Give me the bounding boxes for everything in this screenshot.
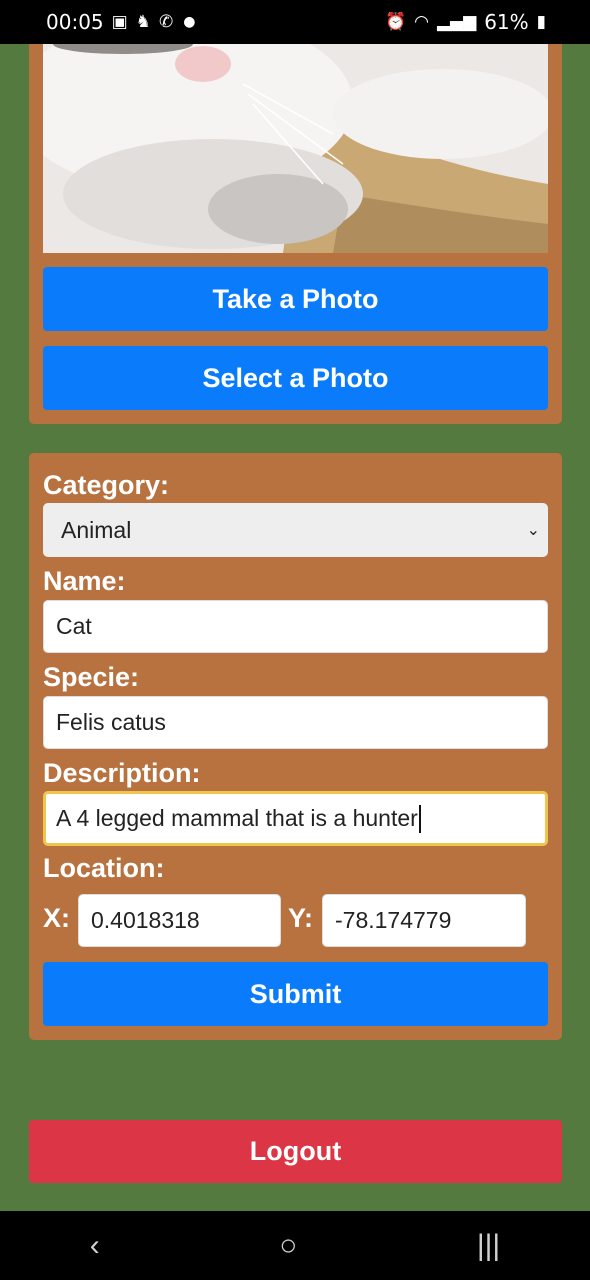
recents-icon[interactable]: ||| xyxy=(477,1229,500,1263)
submit-button[interactable]: Submit xyxy=(43,962,548,1026)
logout-button[interactable]: Logout xyxy=(29,1120,562,1183)
x-coordinate-input[interactable]: 0.4018318 xyxy=(78,894,281,947)
category-value: Animal xyxy=(61,516,132,543)
name-input[interactable]: Cat xyxy=(43,600,548,653)
status-bar: 00:05 ▣ ♞ ✆ ● ⏰ ◠ ▂▄▆ 61% ▮ xyxy=(0,0,590,44)
specie-input[interactable]: Felis catus xyxy=(43,696,548,749)
category-label: Category: xyxy=(43,470,170,500)
wifi-icon: ◠ xyxy=(414,11,429,32)
description-input[interactable]: A 4 legged mammal that is a hunter xyxy=(43,791,548,846)
form-panel: Category: Animal ⌄ Name: Cat Specie: Fel… xyxy=(29,453,562,1040)
y-coordinate-input[interactable]: -78.174779 xyxy=(322,894,526,947)
take-photo-button[interactable]: Take a Photo xyxy=(43,267,548,331)
text-cursor xyxy=(418,804,421,833)
name-value: Cat xyxy=(56,613,92,639)
battery-icon: ▮ xyxy=(536,11,546,32)
description-value: A 4 legged mammal that is a hunter xyxy=(56,805,418,831)
status-time: 00:05 xyxy=(46,10,104,34)
chevron-down-icon: ⌄ xyxy=(526,522,540,539)
whatsapp-icon: ✆ xyxy=(158,11,174,32)
description-label: Description: xyxy=(43,758,201,788)
home-icon[interactable]: ○ xyxy=(279,1229,297,1263)
location-label: Location: xyxy=(43,853,165,883)
signal-icon: ▂▄▆ xyxy=(436,11,477,32)
accessibility-icon: ♞ xyxy=(135,11,151,32)
photo-panel: Take a Photo Select a Photo xyxy=(29,44,562,424)
animal-photo xyxy=(43,44,548,253)
navigation-bar: ‹ ○ ||| xyxy=(0,1211,590,1280)
name-label: Name: xyxy=(43,566,126,596)
status-left: 00:05 ▣ ♞ ✆ ● xyxy=(46,10,195,34)
y-label: Y: xyxy=(288,903,313,933)
notification-dot-icon: ● xyxy=(183,14,196,30)
specie-label: Specie: xyxy=(43,662,140,692)
x-value: 0.4018318 xyxy=(91,907,200,933)
alarm-icon: ⏰ xyxy=(384,11,407,32)
battery-level: 61% xyxy=(484,10,529,34)
category-select[interactable]: Animal ⌄ xyxy=(43,503,548,557)
specie-value: Felis catus xyxy=(56,709,166,735)
select-photo-button[interactable]: Select a Photo xyxy=(43,346,548,410)
x-label: X: xyxy=(43,903,70,933)
back-icon[interactable]: ‹ xyxy=(90,1229,100,1263)
status-right: ⏰ ◠ ▂▄▆ 61% ▮ xyxy=(385,10,546,34)
image-icon: ▣ xyxy=(111,11,128,32)
y-value: -78.174779 xyxy=(335,907,452,933)
